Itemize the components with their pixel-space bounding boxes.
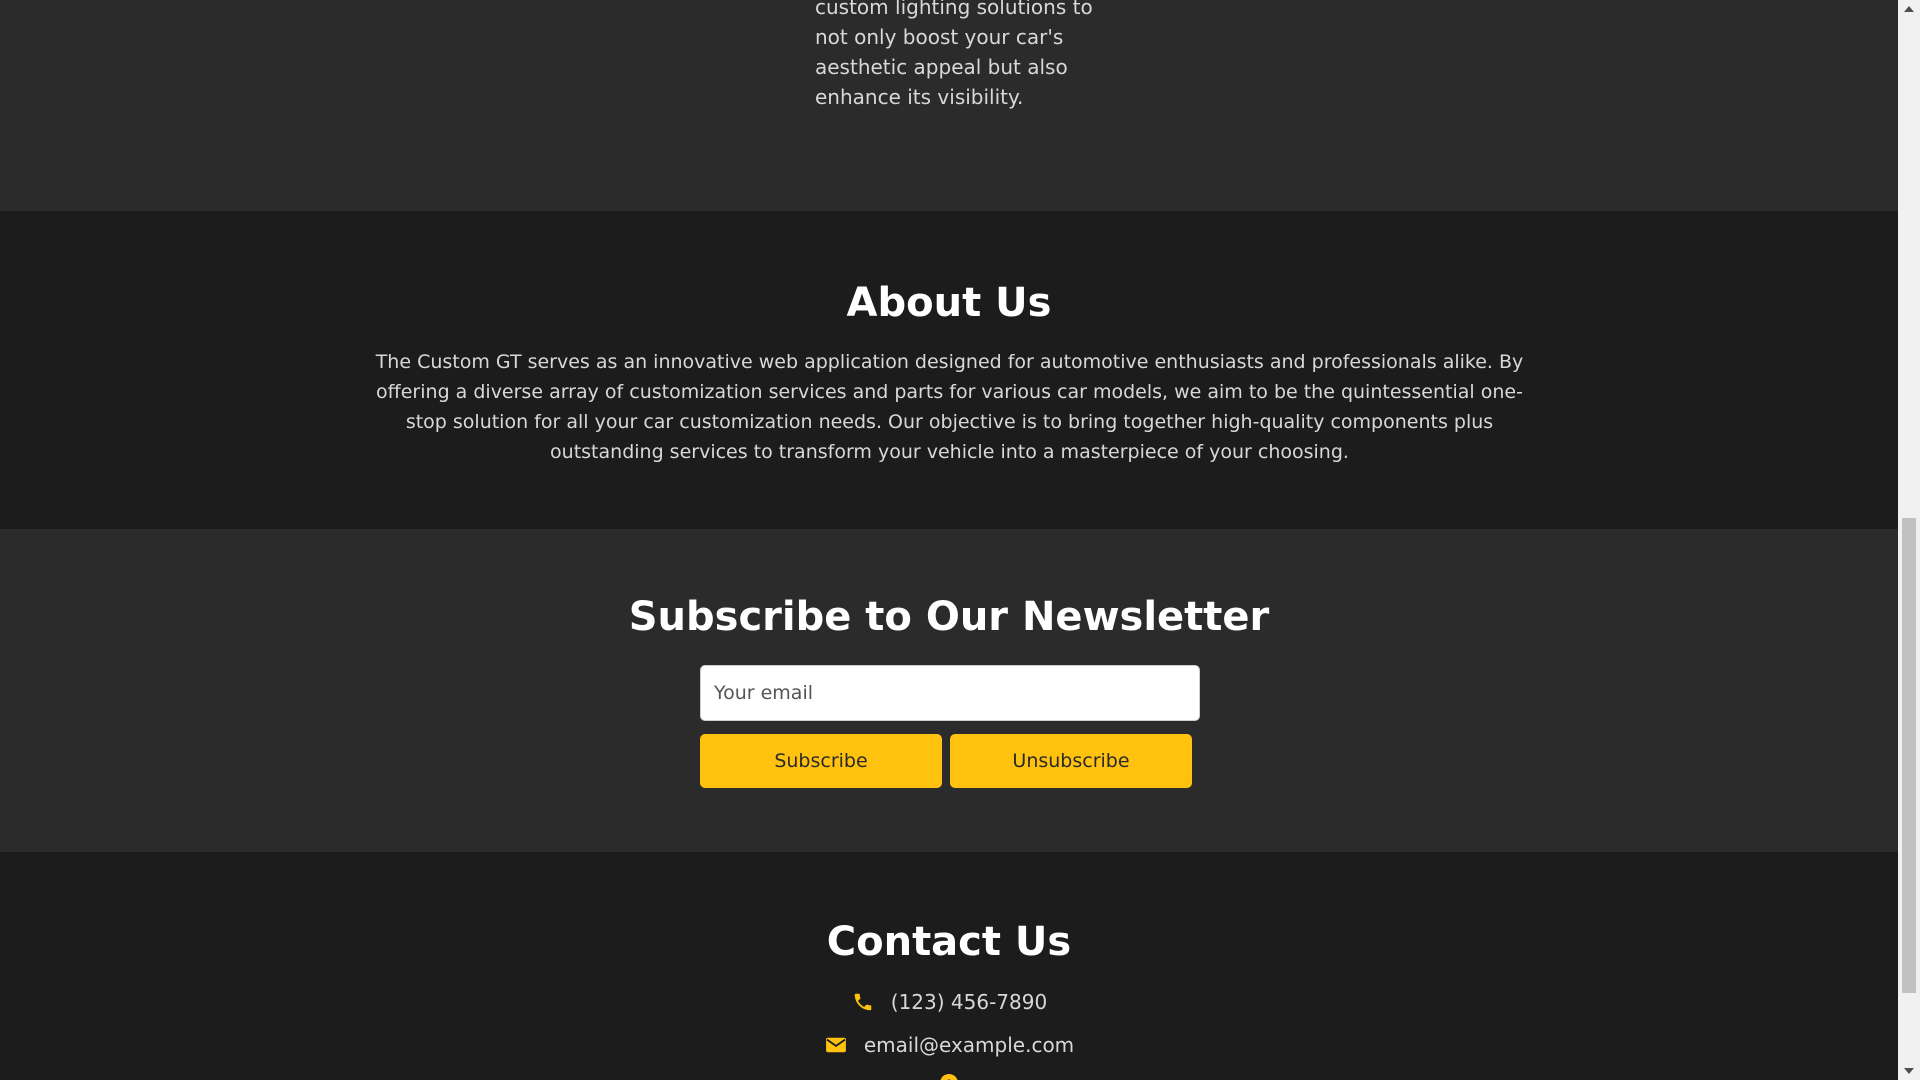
services-section: custom lighting solutions to not only bo… <box>0 0 1898 211</box>
contact-section: Contact Us (123) 456-7890 email@example.… <box>0 852 1898 1080</box>
phone-icon <box>851 990 875 1014</box>
subscribe-button[interactable]: Subscribe <box>700 734 942 788</box>
service-description: custom lighting solutions to not only bo… <box>815 0 1093 109</box>
page: custom lighting solutions to not only bo… <box>0 0 1898 1080</box>
about-body: The Custom GT serves as an innovative we… <box>375 351 1524 463</box>
contact-address-row <box>0 1074 1898 1080</box>
about-title: About Us <box>846 280 1052 326</box>
about-section: About Us The Custom GT serves as an inno… <box>0 211 1898 529</box>
scrollbar[interactable] <box>1898 0 1920 1080</box>
scroll-down-arrow-icon[interactable] <box>1898 1062 1920 1080</box>
unsubscribe-button[interactable]: Unsubscribe <box>950 734 1192 788</box>
envelope-icon <box>824 1033 848 1057</box>
contact-phone[interactable]: (123) 456-7890 <box>891 988 1047 1016</box>
scroll-up-arrow-icon[interactable] <box>1898 0 1920 18</box>
map-marker-icon <box>937 1074 961 1080</box>
contact-email[interactable]: email@example.com <box>864 1031 1074 1059</box>
contact-phone-row: (123) 456-7890 <box>0 988 1898 1016</box>
contact-title: Contact Us <box>826 919 1072 965</box>
newsletter-title: Subscribe to Our Newsletter <box>628 594 1270 640</box>
scrollbar-thumb[interactable] <box>1902 518 1916 993</box>
contact-email-row: email@example.com <box>0 1031 1898 1059</box>
newsletter-section: Subscribe to Our Newsletter Subscribe Un… <box>0 529 1898 852</box>
email-input[interactable] <box>700 665 1200 721</box>
